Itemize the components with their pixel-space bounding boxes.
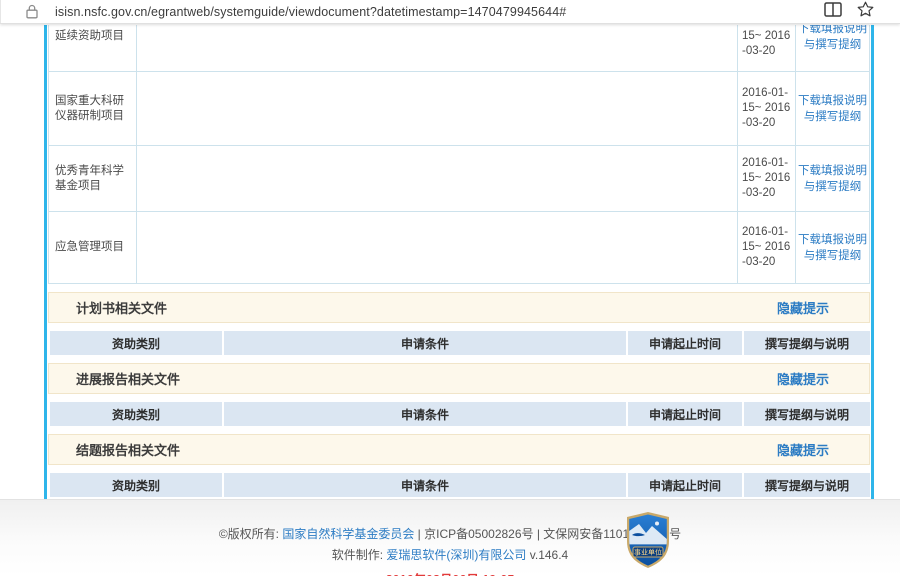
favorites-star-icon[interactable] bbox=[857, 1, 874, 22]
section-bar-progress-report: 进展报告相关文件 隐藏提示 bbox=[48, 363, 870, 394]
section-header-row: 资助类别 申请条件 申请起止时间 撰写提纲与说明 bbox=[48, 402, 872, 426]
category-cell: 应急管理项目 bbox=[48, 211, 137, 284]
condition-cell bbox=[136, 71, 738, 146]
hide-tips-link[interactable]: 隐藏提示 bbox=[777, 298, 829, 317]
software-prefix: 软件制作: bbox=[331, 548, 387, 562]
page: isisn.nsfc.gov.cn/egrantweb/systemguide/… bbox=[0, 0, 900, 576]
category-cell: 国家重大科研仪器研制项目 bbox=[48, 71, 137, 146]
column-header: 申请起止时间 bbox=[628, 402, 742, 426]
download-guide-link[interactable]: 下载填报说明与撰写提纲 bbox=[797, 93, 868, 125]
table-row: 国家重大科研仪器研制项目 2016-01-15~ 2016-03-20 下载填报… bbox=[48, 71, 870, 146]
funding-category-table: 延续资助项目 2016-01-15~ 2016-03-20 下载填报说明与撰写提… bbox=[48, 25, 870, 284]
hide-tips-link[interactable]: 隐藏提示 bbox=[777, 369, 829, 388]
section-title: 结题报告相关文件 bbox=[76, 443, 181, 458]
page-footer: ©版权所有: 国家自然科学基金委员会 | 京ICP备05002826号 | 文保… bbox=[0, 499, 900, 576]
lock-icon[interactable] bbox=[26, 4, 38, 19]
column-header: 资助类别 bbox=[50, 473, 222, 497]
condition-cell bbox=[136, 211, 738, 284]
copyright-prefix: ©版权所有: bbox=[218, 527, 283, 541]
column-header: 申请条件 bbox=[224, 402, 626, 426]
column-header: 撰写提纲与说明 bbox=[744, 402, 870, 426]
section-title: 进展报告相关文件 bbox=[76, 372, 181, 387]
table-row: 应急管理项目 2016-01-15~ 2016-03-20 下载填报说明与撰写提… bbox=[48, 211, 870, 284]
category-cell: 优秀青年科学基金项目 bbox=[48, 145, 137, 212]
column-header: 撰写提纲与说明 bbox=[744, 331, 870, 355]
column-header: 申请条件 bbox=[224, 331, 626, 355]
table-row: 延续资助项目 2016-01-15~ 2016-03-20 下载填报说明与撰写提… bbox=[48, 25, 870, 72]
column-header: 申请条件 bbox=[224, 473, 626, 497]
document-panel: 延续资助项目 2016-01-15~ 2016-03-20 下载填报说明与撰写提… bbox=[44, 25, 874, 499]
hide-tips-link[interactable]: 隐藏提示 bbox=[777, 440, 829, 459]
section-bar-plan-documents: 计划书相关文件 隐藏提示 bbox=[48, 292, 870, 323]
column-header: 申请起止时间 bbox=[628, 331, 742, 355]
table-row: 优秀青年科学基金项目 2016-01-15~ 2016-03-20 下载填报说明… bbox=[48, 145, 870, 212]
category-cell: 延续资助项目 bbox=[48, 25, 137, 72]
address-bar-edge bbox=[0, 0, 10, 23]
column-header: 撰写提纲与说明 bbox=[744, 473, 870, 497]
section-header-row: 资助类别 申请条件 申请起止时间 撰写提纲与说明 bbox=[48, 331, 872, 355]
section-bar-final-report: 结题报告相关文件 隐藏提示 bbox=[48, 434, 870, 465]
download-guide-link[interactable]: 下载填报说明与撰写提纲 bbox=[797, 163, 868, 195]
period-cell: 2016-01-15~ 2016-03-20 bbox=[737, 145, 796, 212]
nsfc-org-link[interactable]: 国家自然科学基金委员会 bbox=[282, 527, 414, 541]
public-institution-badge[interactable]: 事业单位 bbox=[624, 511, 672, 574]
software-version: v.146.4 bbox=[526, 548, 569, 562]
column-header: 资助类别 bbox=[50, 402, 222, 426]
column-header: 资助类别 bbox=[50, 331, 222, 355]
page-timestamp: 2016年08月06日 19:05 bbox=[0, 569, 900, 576]
software-line: 软件制作: 爱瑞思软件(深圳)有限公司 v.146.4 bbox=[0, 546, 900, 563]
condition-cell bbox=[136, 25, 738, 72]
page-content: 延续资助项目 2016-01-15~ 2016-03-20 下载填报说明与撰写提… bbox=[0, 25, 900, 499]
reading-view-icon[interactable] bbox=[824, 1, 842, 22]
url-text[interactable]: isisn.nsfc.gov.cn/egrantweb/systemguide/… bbox=[55, 5, 566, 19]
period-cell: 2016-01-15~ 2016-03-20 bbox=[737, 211, 796, 284]
badge-label: 事业单位 bbox=[634, 548, 662, 557]
period-cell: 2016-01-15~ 2016-03-20 bbox=[737, 71, 796, 146]
software-vendor-link[interactable]: 爱瑞思软件(深圳)有限公司 bbox=[386, 548, 526, 562]
column-header: 申请起止时间 bbox=[628, 473, 742, 497]
condition-cell bbox=[136, 145, 738, 212]
section-header-row: 资助类别 申请条件 申请起止时间 撰写提纲与说明 bbox=[48, 473, 872, 497]
section-title: 计划书相关文件 bbox=[76, 301, 168, 316]
download-guide-link[interactable]: 下载填报说明与撰写提纲 bbox=[797, 232, 868, 264]
download-guide-link[interactable]: 下载填报说明与撰写提纲 bbox=[797, 25, 868, 53]
browser-address-bar: isisn.nsfc.gov.cn/egrantweb/systemguide/… bbox=[0, 0, 900, 24]
period-cell: 2016-01-15~ 2016-03-20 bbox=[737, 25, 796, 72]
copyright-line: ©版权所有: 国家自然科学基金委员会 | 京ICP备05002826号 | 文保… bbox=[0, 525, 900, 542]
